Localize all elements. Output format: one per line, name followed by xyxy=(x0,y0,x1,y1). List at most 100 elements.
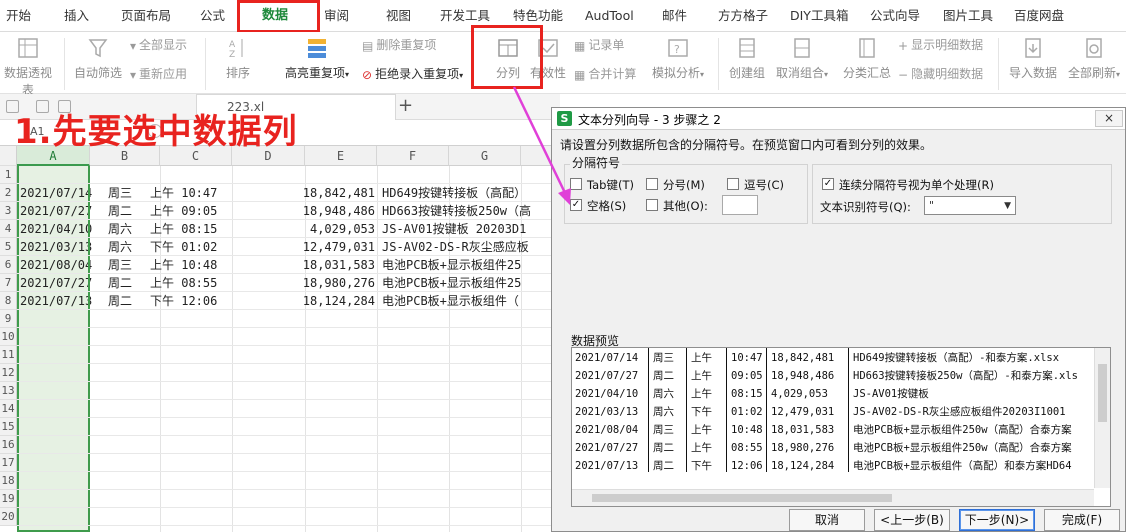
tab-baidu-pan[interactable]: 百度网盘 xyxy=(1014,0,1064,32)
table-cell[interactable]: 周二 xyxy=(108,292,132,310)
table-cell[interactable]: HD649按键转接板（高配） xyxy=(382,184,526,202)
delete-duplicates-button[interactable]: ▤ 删除重复项 xyxy=(362,36,436,53)
new-tab-plus-icon[interactable]: + xyxy=(398,95,413,116)
tab-page-layout[interactable]: 页面布局 xyxy=(121,0,171,32)
table-cell[interactable]: 上午 10:48 xyxy=(150,256,217,274)
reapply-button[interactable]: ▾ 重新应用 xyxy=(130,65,187,82)
table-cell[interactable]: 上午 10:47 xyxy=(150,184,217,202)
column-header-e[interactable]: E xyxy=(305,146,377,166)
table-cell[interactable]: 下午 12:06 xyxy=(150,292,217,310)
preview-horizontal-scrollbar[interactable] xyxy=(572,489,1094,506)
hide-detail-button[interactable]: − 隐藏明细数据 xyxy=(898,65,983,82)
tab-review[interactable]: 审阅 xyxy=(324,0,349,32)
finish-button[interactable]: 完成(F) xyxy=(1044,509,1120,531)
scroll-thumb[interactable] xyxy=(592,494,892,502)
sort-button[interactable]: AZ 排序 xyxy=(210,36,266,81)
row-header[interactable]: 13 xyxy=(0,382,17,400)
table-cell[interactable]: JS-AV02-DS-R灰尘感应板 xyxy=(382,238,529,256)
table-cell[interactable]: 下午 01:02 xyxy=(150,238,217,256)
subtotal-button[interactable]: 分类汇总 xyxy=(840,36,894,81)
table-cell[interactable]: 12,479,031 xyxy=(303,238,375,256)
column-header-f[interactable]: F xyxy=(377,146,449,166)
space-checkbox[interactable]: ✓ xyxy=(570,199,582,211)
merge-calc-button[interactable]: ▦ 合并计算 xyxy=(574,65,636,82)
row-header[interactable]: 5 xyxy=(0,238,17,256)
import-data-button[interactable]: 导入数据 xyxy=(1004,36,1062,81)
refresh-all-button[interactable]: 全部刷新▾ xyxy=(1064,36,1124,81)
row-header[interactable]: 3 xyxy=(0,202,17,220)
tab-picture-tools[interactable]: 图片工具 xyxy=(943,0,993,32)
data-preview[interactable]: 2021/07/14 周三 上午 10:47 18,842,481 HD649按键转接板（… xyxy=(571,347,1111,507)
table-cell[interactable]: 周三 xyxy=(108,256,132,274)
table-cell[interactable]: HD663按键转接板250w（高 xyxy=(382,202,531,220)
row-header[interactable]: 16 xyxy=(0,436,17,454)
comma-checkbox[interactable] xyxy=(727,178,739,190)
row-header[interactable]: 2 xyxy=(0,184,17,202)
preview-vertical-scrollbar[interactable] xyxy=(1094,348,1110,488)
tab-checkbox[interactable] xyxy=(570,178,582,190)
row-header[interactable]: 19 xyxy=(0,490,17,508)
create-group-button[interactable]: 创建组 xyxy=(724,36,770,81)
row-header[interactable]: 10 xyxy=(0,328,17,346)
tab-diy[interactable]: DIY工具箱 xyxy=(790,0,848,32)
row-header[interactable]: 18 xyxy=(0,472,17,490)
table-cell[interactable]: 周二 xyxy=(108,202,132,220)
table-cell[interactable]: 上午 09:05 xyxy=(150,202,217,220)
scroll-thumb[interactable] xyxy=(1098,364,1107,422)
highlight-duplicates-button[interactable]: 高亮重复项▾ xyxy=(280,36,354,81)
tab-ffgz[interactable]: 方方格子 xyxy=(718,0,768,32)
table-cell[interactable]: 电池PCB板+显示板组件（ xyxy=(382,292,519,310)
pivot-table-button[interactable]: 数据透视表 xyxy=(0,36,56,98)
record-form-button[interactable]: ▦ 记录单 xyxy=(574,36,624,53)
cancel-button[interactable]: 取消 xyxy=(789,509,865,531)
table-cell[interactable]: 18,842,481 xyxy=(303,184,375,202)
table-cell[interactable]: 周二 xyxy=(108,274,132,292)
row-header[interactable]: 20 xyxy=(0,508,17,526)
row-header[interactable]: 6 xyxy=(0,256,17,274)
ungroup-button[interactable]: 取消组合▾ xyxy=(772,36,832,81)
autofilter-button[interactable]: 自动筛选 xyxy=(72,36,124,81)
tab-start[interactable]: 开始 xyxy=(6,0,31,32)
semicolon-checkbox[interactable] xyxy=(646,178,658,190)
column-header-g[interactable]: G xyxy=(449,146,521,166)
reject-duplicates-button[interactable]: ⊘ 拒绝录入重复项▾ xyxy=(362,65,463,82)
table-cell[interactable]: 18,948,486 xyxy=(303,202,375,220)
next-button[interactable]: 下一步(N)> xyxy=(959,509,1035,531)
table-cell[interactable]: 上午 08:15 xyxy=(150,220,217,238)
table-cell[interactable]: 上午 08:55 xyxy=(150,274,217,292)
row-header[interactable]: 11 xyxy=(0,346,17,364)
show-detail-button[interactable]: + 显示明细数据 xyxy=(898,36,983,53)
tab-audtool[interactable]: AudTool xyxy=(585,0,634,32)
table-cell[interactable]: 电池PCB板+显示板组件25 xyxy=(382,274,521,292)
what-if-analysis-button[interactable]: ? 模拟分析▾ xyxy=(646,36,710,81)
other-checkbox[interactable] xyxy=(646,199,658,211)
row-header[interactable]: 12 xyxy=(0,364,17,382)
spreadsheet-grid[interactable]: A B C D E F G 1 2 3 4 5 6 7 8 9 10 11 12 13 14 15 16 17 1… xyxy=(0,146,560,532)
row-header[interactable]: 1 xyxy=(0,166,17,184)
table-cell[interactable]: 周六 xyxy=(108,220,132,238)
table-cell[interactable]: 周三 xyxy=(108,184,132,202)
row-header[interactable]: 15 xyxy=(0,418,17,436)
row-header[interactable]: 17 xyxy=(0,454,17,472)
tab-formula[interactable]: 公式 xyxy=(200,0,225,32)
other-delimiter-input[interactable] xyxy=(722,195,758,215)
table-cell[interactable]: JS-AV01按键板 20203D1 xyxy=(382,220,526,238)
tab-formula-wizard[interactable]: 公式向导 xyxy=(870,0,920,32)
row-header[interactable]: 7 xyxy=(0,274,17,292)
show-all-button[interactable]: ▾ 全部显示 xyxy=(130,36,187,53)
table-cell[interactable]: 周六 xyxy=(108,238,132,256)
consecutive-checkbox[interactable]: ✓ xyxy=(822,178,834,190)
table-cell[interactable]: 18,124,284 xyxy=(303,292,375,310)
text-qualifier-select[interactable]: " ▼ xyxy=(924,196,1016,215)
tab-view[interactable]: 视图 xyxy=(386,0,411,32)
tab-insert[interactable]: 插入 xyxy=(64,0,89,32)
back-button[interactable]: <上一步(B) xyxy=(874,509,950,531)
row-header[interactable]: 9 xyxy=(0,310,17,328)
table-cell[interactable]: 18,031,583 xyxy=(303,256,375,274)
row-header[interactable]: 8 xyxy=(0,292,17,310)
tab-mail[interactable]: 邮件 xyxy=(662,0,687,32)
close-button[interactable]: × xyxy=(1095,110,1123,127)
row-header[interactable]: 14 xyxy=(0,400,17,418)
table-cell[interactable]: 18,980,276 xyxy=(303,274,375,292)
table-cell[interactable]: 4,029,053 xyxy=(310,220,375,238)
